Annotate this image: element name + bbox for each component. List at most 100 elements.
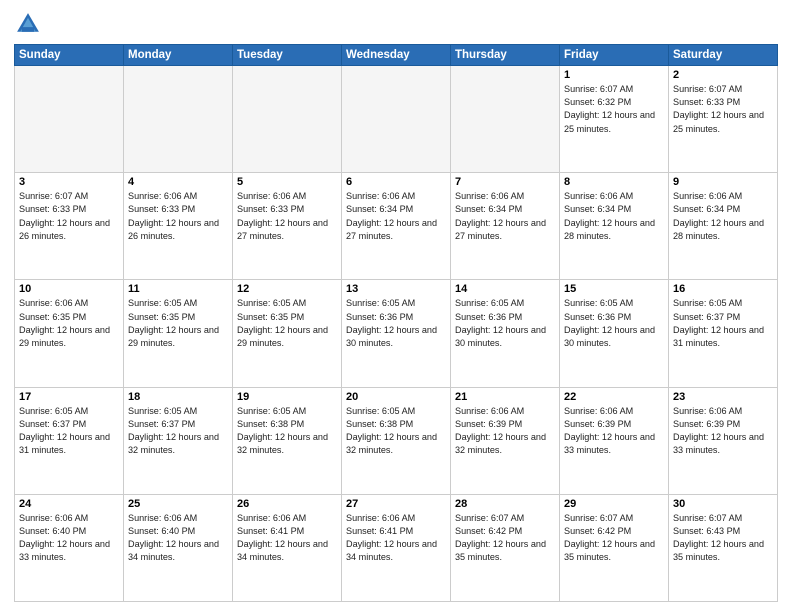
day-info: Sunrise: 6:06 AMSunset: 6:34 PMDaylight:… [455,190,555,243]
header [14,10,778,38]
day-number: 23 [673,391,773,403]
day-number: 6 [346,176,446,188]
calendar-cell: 27 Sunrise: 6:06 AMSunset: 6:41 PMDayligh… [342,494,451,601]
calendar-cell: 15Sunrise: 6:05 AMSunset: 6:36 PMDayligh… [560,280,669,387]
day-info: Sunrise: 6:05 AMSunset: 6:35 PMDaylight:… [128,297,228,350]
day-number: 29 [564,498,664,510]
day-number: 24 [19,498,119,510]
day-info: Sunrise: 6:06 AMSunset: 6:40 PMDaylight:… [19,512,119,565]
day-number: 19 [237,391,337,403]
day-number: 9 [673,176,773,188]
calendar-cell: 19 Sunrise: 6:05 AMSunset: 6:38 PMDayligh… [233,387,342,494]
calendar-cell: 25Sunrise: 6:06 AMSunset: 6:40 PMDayligh… [124,494,233,601]
calendar-cell: 30 Sunrise: 6:07 AMSunset: 6:43 PMDayligh… [669,494,778,601]
day-info: Sunrise: 6:06 AMSunset: 6:39 PMDaylight:… [564,405,664,458]
day-number: 21 [455,391,555,403]
day-info: Sunrise: 6:06 AMSunset: 6:41 PMDaylight:… [346,512,446,565]
calendar-cell: 3 Sunrise: 6:07 AMSunset: 6:33 PMDaylight… [15,173,124,280]
day-number: 4 [128,176,228,188]
day-number: 25 [128,498,228,510]
calendar-cell: 11Sunrise: 6:05 AMSunset: 6:35 PMDayligh… [124,280,233,387]
weekday-row: SundayMondayTuesdayWednesdayThursdayFrid… [15,45,778,66]
calendar-header: SundayMondayTuesdayWednesdayThursdayFrid… [15,45,778,66]
day-info: Sunrise: 6:07 AMSunset: 6:43 PMDaylight:… [673,512,773,565]
week-row-4: 17 Sunrise: 6:05 AMSunset: 6:37 PMDayligh… [15,387,778,494]
calendar-cell: 26 Sunrise: 6:06 AMSunset: 6:41 PMDayligh… [233,494,342,601]
day-info: Sunrise: 6:06 AMSunset: 6:39 PMDaylight:… [673,405,773,458]
day-number: 15 [564,283,664,295]
day-number: 1 [564,69,664,81]
calendar-cell: 20 Sunrise: 6:05 AMSunset: 6:38 PMDayligh… [342,387,451,494]
calendar-cell: 7 Sunrise: 6:06 AMSunset: 6:34 PMDaylight… [451,173,560,280]
day-info: Sunrise: 6:05 AMSunset: 6:37 PMDaylight:… [673,297,773,350]
weekday-header-tuesday: Tuesday [233,45,342,66]
calendar-cell: 10 Sunrise: 6:06 AMSunset: 6:35 PMDayligh… [15,280,124,387]
day-info: Sunrise: 6:05 AMSunset: 6:37 PMDaylight:… [19,405,119,458]
day-info: Sunrise: 6:06 AMSunset: 6:35 PMDaylight:… [19,297,119,350]
day-info: Sunrise: 6:05 AMSunset: 6:38 PMDaylight:… [237,405,337,458]
day-number: 8 [564,176,664,188]
calendar-cell: 12 Sunrise: 6:05 AMSunset: 6:35 PMDayligh… [233,280,342,387]
calendar-body: 1 Sunrise: 6:07 AMSunset: 6:32 PMDaylight… [15,66,778,602]
day-number: 7 [455,176,555,188]
day-info: Sunrise: 6:07 AMSunset: 6:32 PMDaylight:… [564,83,664,136]
day-info: Sunrise: 6:05 AMSunset: 6:36 PMDaylight:… [346,297,446,350]
week-row-3: 10 Sunrise: 6:06 AMSunset: 6:35 PMDayligh… [15,280,778,387]
calendar-cell [233,66,342,173]
day-number: 20 [346,391,446,403]
weekday-header-thursday: Thursday [451,45,560,66]
weekday-header-wednesday: Wednesday [342,45,451,66]
weekday-header-friday: Friday [560,45,669,66]
day-number: 27 [346,498,446,510]
day-number: 3 [19,176,119,188]
day-info: Sunrise: 6:06 AMSunset: 6:41 PMDaylight:… [237,512,337,565]
week-row-2: 3 Sunrise: 6:07 AMSunset: 6:33 PMDaylight… [15,173,778,280]
day-info: Sunrise: 6:07 AMSunset: 6:42 PMDaylight:… [564,512,664,565]
weekday-header-saturday: Saturday [669,45,778,66]
day-number: 26 [237,498,337,510]
day-info: Sunrise: 6:05 AMSunset: 6:37 PMDaylight:… [128,405,228,458]
day-info: Sunrise: 6:07 AMSunset: 6:42 PMDaylight:… [455,512,555,565]
day-number: 17 [19,391,119,403]
day-info: Sunrise: 6:05 AMSunset: 6:36 PMDaylight:… [455,297,555,350]
day-info: Sunrise: 6:07 AMSunset: 6:33 PMDaylight:… [673,83,773,136]
week-row-5: 24 Sunrise: 6:06 AMSunset: 6:40 PMDayligh… [15,494,778,601]
calendar-cell: 5Sunrise: 6:06 AMSunset: 6:33 PMDaylight… [233,173,342,280]
day-number: 13 [346,283,446,295]
calendar-cell: 18 Sunrise: 6:05 AMSunset: 6:37 PMDayligh… [124,387,233,494]
day-number: 12 [237,283,337,295]
day-number: 10 [19,283,119,295]
weekday-header-sunday: Sunday [15,45,124,66]
day-info: Sunrise: 6:07 AMSunset: 6:33 PMDaylight:… [19,190,119,243]
calendar-cell [124,66,233,173]
calendar-cell: 2Sunrise: 6:07 AMSunset: 6:33 PMDaylight… [669,66,778,173]
calendar-cell: 4Sunrise: 6:06 AMSunset: 6:33 PMDaylight… [124,173,233,280]
day-number: 16 [673,283,773,295]
page: SundayMondayTuesdayWednesdayThursdayFrid… [0,0,792,612]
calendar-cell: 1 Sunrise: 6:07 AMSunset: 6:32 PMDaylight… [560,66,669,173]
calendar-cell: 8 Sunrise: 6:06 AMSunset: 6:34 PMDaylight… [560,173,669,280]
calendar-cell: 13 Sunrise: 6:05 AMSunset: 6:36 PMDayligh… [342,280,451,387]
calendar-cell [15,66,124,173]
calendar-cell: 9Sunrise: 6:06 AMSunset: 6:34 PMDaylight… [669,173,778,280]
day-info: Sunrise: 6:05 AMSunset: 6:38 PMDaylight:… [346,405,446,458]
calendar-cell: 28 Sunrise: 6:07 AMSunset: 6:42 PMDayligh… [451,494,560,601]
calendar-cell: 21Sunrise: 6:06 AMSunset: 6:39 PMDayligh… [451,387,560,494]
day-number: 5 [237,176,337,188]
logo [14,10,46,38]
day-number: 18 [128,391,228,403]
day-number: 22 [564,391,664,403]
day-info: Sunrise: 6:06 AMSunset: 6:34 PMDaylight:… [564,190,664,243]
calendar-cell: 6Sunrise: 6:06 AMSunset: 6:34 PMDaylight… [342,173,451,280]
calendar-cell: 16 Sunrise: 6:05 AMSunset: 6:37 PMDayligh… [669,280,778,387]
day-info: Sunrise: 6:05 AMSunset: 6:35 PMDaylight:… [237,297,337,350]
calendar-cell [342,66,451,173]
calendar-cell: 24 Sunrise: 6:06 AMSunset: 6:40 PMDayligh… [15,494,124,601]
week-row-1: 1 Sunrise: 6:07 AMSunset: 6:32 PMDaylight… [15,66,778,173]
calendar-cell [451,66,560,173]
calendar-cell: 22 Sunrise: 6:06 AMSunset: 6:39 PMDayligh… [560,387,669,494]
calendar-cell: 29 Sunrise: 6:07 AMSunset: 6:42 PMDayligh… [560,494,669,601]
day-number: 30 [673,498,773,510]
calendar-cell: 23 Sunrise: 6:06 AMSunset: 6:39 PMDayligh… [669,387,778,494]
day-number: 28 [455,498,555,510]
